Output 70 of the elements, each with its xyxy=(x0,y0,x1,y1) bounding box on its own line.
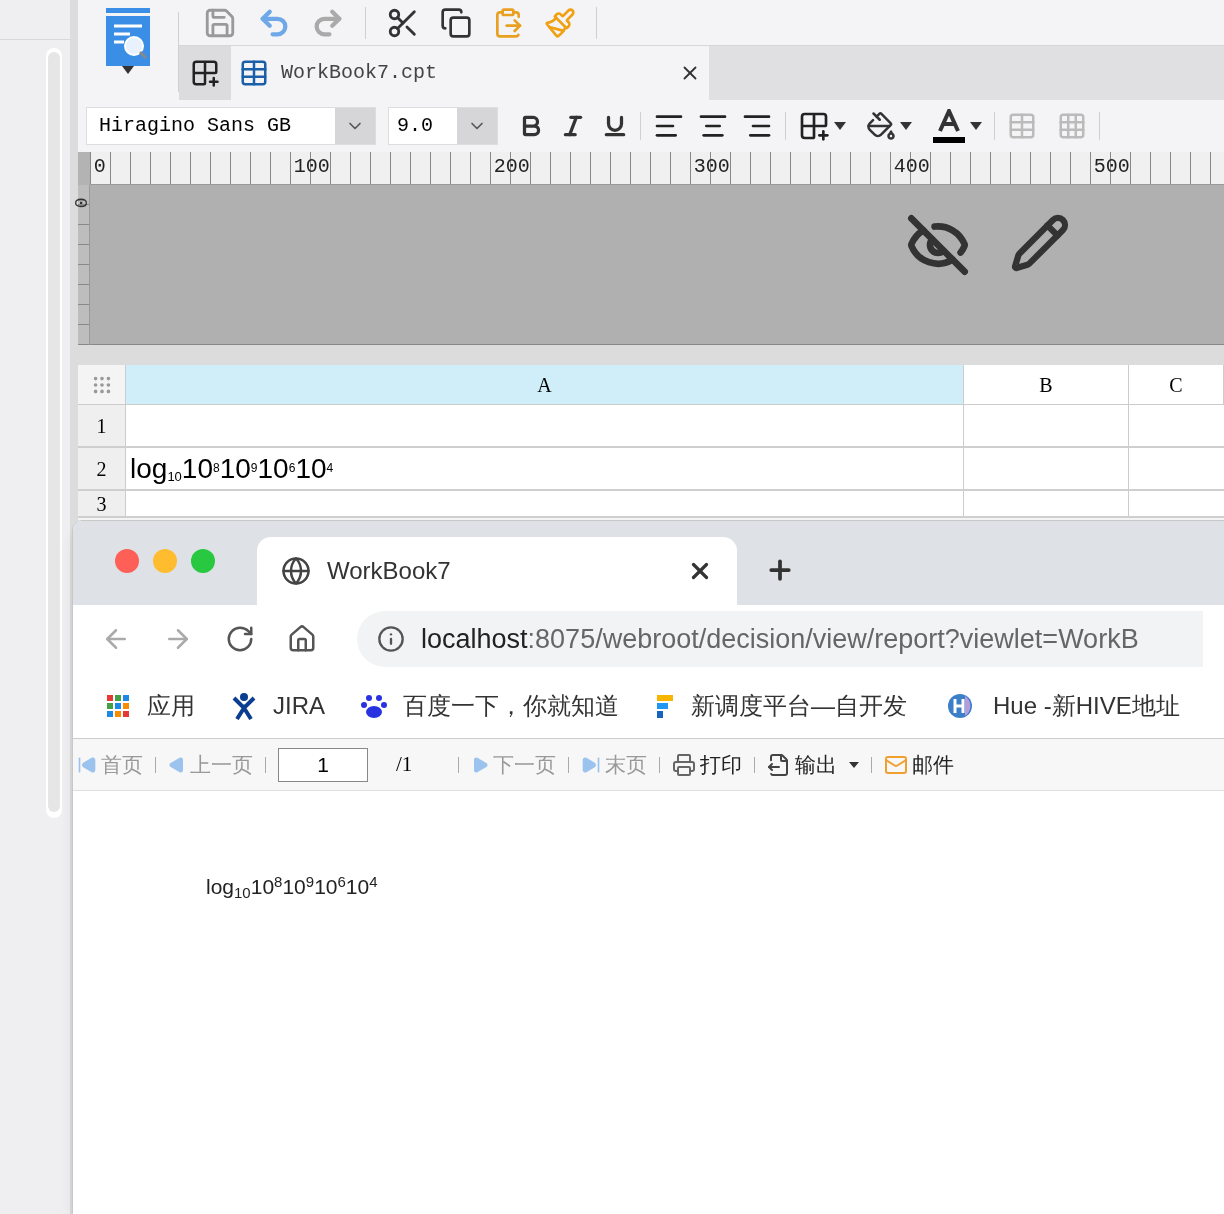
browser-tab[interactable]: WorkBook7 xyxy=(257,537,737,605)
paw-icon xyxy=(361,692,387,719)
font-color-icon[interactable] xyxy=(932,109,966,143)
bookmark-link[interactable]: 应用 xyxy=(105,687,195,724)
copy-icon[interactable] xyxy=(440,6,472,39)
grid-cell[interactable] xyxy=(964,448,1129,489)
page-number-field[interactable]: 1 xyxy=(278,747,368,782)
brush-icon[interactable] xyxy=(544,6,576,39)
table-icon xyxy=(239,58,269,88)
cell-icon[interactable] xyxy=(1007,111,1037,141)
ruler-label: 400 xyxy=(892,154,931,180)
info-icon xyxy=(377,625,405,653)
ruler-label: 100 xyxy=(292,154,331,180)
home-icon[interactable] xyxy=(287,624,317,654)
grid-cell[interactable]: log$_{10}$10$^{8}$10$^{9}$10$^{6}$10$^{4}$ xyxy=(126,448,964,489)
new-sheet-button[interactable] xyxy=(179,46,231,100)
caret-icon xyxy=(849,761,859,768)
grid-cell[interactable] xyxy=(1129,491,1224,516)
cell-text: log$_{10}$10$^{8}$10$^{9}$10$^{6}$10$^{4}$ xyxy=(130,451,334,486)
bookmark-link[interactable]: JIRA xyxy=(231,687,325,724)
right-triangle-icon xyxy=(471,755,489,774)
caret-icon xyxy=(900,122,912,130)
page-total: /1 xyxy=(396,750,414,778)
person-icon xyxy=(231,691,257,720)
grid-cell[interactable] xyxy=(126,491,964,516)
url-text: localhost:8075/webroot/decision/view/report?viewlet=WorkB xyxy=(421,622,1139,656)
row-header[interactable]: 3 xyxy=(78,491,126,516)
select-all-corner[interactable] xyxy=(78,365,126,405)
report-text: log$_{10}$10$^{8}$10$^{9}$10$^{6}$10$^{4}$ xyxy=(206,875,378,898)
globe-icon xyxy=(281,556,311,586)
address-bar[interactable]: localhost:8075/webroot/decision/view/report?viewlet=WorkB xyxy=(357,611,1203,667)
row-header[interactable]: 2 xyxy=(78,448,126,489)
grid-cell[interactable] xyxy=(1129,448,1224,489)
ruler-label: 500 xyxy=(1092,154,1131,180)
reload-icon[interactable] xyxy=(225,624,255,654)
grid-dots-icon xyxy=(105,692,131,719)
pencil-icon[interactable] xyxy=(1009,213,1070,273)
grid-cell[interactable] xyxy=(126,405,964,446)
left-triangle-icon xyxy=(168,755,186,774)
border-icon[interactable] xyxy=(798,110,830,142)
bookmark-link[interactable]: 新调度平台—自开发 xyxy=(655,687,907,724)
grid-plus-icon xyxy=(190,58,220,88)
grid-icon[interactable] xyxy=(1057,111,1087,141)
eye-slash-icon[interactable] xyxy=(905,213,970,277)
font-family-select[interactable]: Hiragino Sans GB xyxy=(86,107,376,145)
column-header[interactable]: C xyxy=(1129,365,1224,405)
bookmark-link[interactable]: Hue -新HIVE地址 xyxy=(943,687,1180,724)
toolbar-button[interactable]: 输出 xyxy=(767,748,859,781)
printer-icon xyxy=(672,752,696,777)
grid-cell[interactable] xyxy=(964,405,1129,446)
file-tab[interactable]: WorkBook7.cpt xyxy=(231,46,709,100)
flag-icon xyxy=(655,692,675,719)
column-header[interactable]: A xyxy=(126,365,964,405)
paint-bucket-icon[interactable] xyxy=(866,111,896,141)
ruler-label: 0 xyxy=(92,154,107,180)
ruler-label: 200 xyxy=(492,154,531,180)
row-header[interactable]: 1 xyxy=(78,405,126,446)
export-file-icon xyxy=(767,752,791,777)
caret-icon xyxy=(970,122,982,130)
column-header[interactable]: B xyxy=(964,365,1129,405)
toolbar-button[interactable]: 打印 xyxy=(672,748,742,781)
caret-icon xyxy=(834,122,846,130)
toolbar-button[interactable]: 邮件 xyxy=(884,748,954,781)
ruler-label: 300 xyxy=(692,154,731,180)
grid-cell[interactable] xyxy=(964,491,1129,516)
font-size-select[interactable]: 9.0 xyxy=(388,107,498,145)
bookmark-link[interactable]: 百度一下，你就知道 xyxy=(361,687,619,724)
preview-document-icon xyxy=(106,8,150,66)
underline-icon[interactable] xyxy=(602,113,628,139)
grid-cell[interactable] xyxy=(1129,405,1224,446)
